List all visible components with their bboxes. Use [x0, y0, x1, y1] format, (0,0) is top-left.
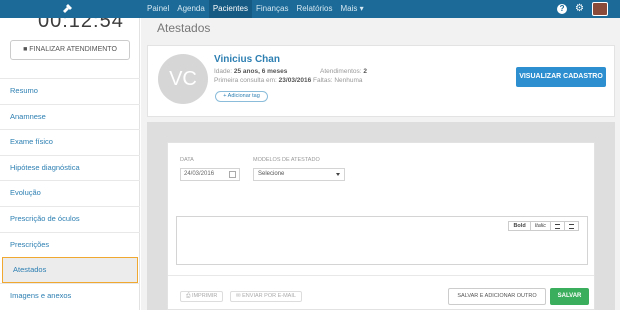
- nav-agenda[interactable]: Agenda: [173, 0, 209, 18]
- italic-button[interactable]: Italic: [529, 221, 551, 231]
- page-title: Atestados: [157, 21, 211, 35]
- timer-box: 00:12:54: [0, 18, 140, 36]
- user-avatar[interactable]: [592, 2, 608, 16]
- main-content: Atestados VC Vinicius Chan Idade: 25 ano…: [141, 18, 620, 310]
- text-editor[interactable]: Bold Italic: [176, 216, 588, 265]
- patient-name[interactable]: Vinicius Chan: [214, 54, 280, 65]
- date-field[interactable]: 24/03/2016: [180, 168, 240, 181]
- sidebar-item-prescricao-oculos[interactable]: Prescrição de óculos: [0, 205, 140, 232]
- age-label: Idade:: [214, 68, 233, 75]
- certificate-model-select[interactable]: Selecione: [253, 168, 345, 181]
- app-logo-icon: [63, 4, 72, 13]
- appointments-value: 2: [363, 68, 367, 75]
- model-label: MODELOS DE ATESTADO: [253, 157, 320, 163]
- numbered-list-button[interactable]: [564, 221, 579, 231]
- print-button[interactable]: ⎙ IMPRIMIR: [180, 291, 224, 302]
- gear-icon[interactable]: ⚙: [575, 4, 584, 14]
- finalize-attendance-button[interactable]: ■ FINALIZAR ATENDIMENTO: [10, 40, 130, 60]
- model-value: Selecione: [258, 171, 285, 177]
- logo-area[interactable]: [0, 0, 140, 18]
- save-button[interactable]: SALVAR: [550, 288, 589, 305]
- sidebar-item-hipotese-diagnostica[interactable]: Hipótese diagnóstica: [0, 154, 140, 181]
- sidebar: 00:12:54 ■ FINALIZAR ATENDIMENTO Resumo …: [0, 18, 140, 310]
- sidebar-item-exame-fisico[interactable]: Exame físico: [0, 129, 140, 155]
- calendar-icon[interactable]: [229, 171, 236, 178]
- bullet-list-button[interactable]: [550, 221, 565, 231]
- nav-financas[interactable]: Finanças: [252, 0, 292, 18]
- add-tag-button[interactable]: + Adicionar tag: [215, 91, 268, 102]
- patient-appointments: Atendimentos: 2: [320, 68, 367, 75]
- editor-toolbar: Bold Italic: [508, 221, 579, 231]
- patient-card: VC Vinicius Chan Idade: 25 anos, 6 meses…: [147, 45, 615, 117]
- sidebar-item-imagens-anexos[interactable]: Imagens e anexos: [0, 282, 140, 309]
- date-value: 24/03/2016: [184, 171, 215, 177]
- patient-avatar: VC: [158, 54, 208, 104]
- bullet-list-icon: [555, 224, 560, 229]
- faults-value: Nenhuma: [334, 77, 363, 84]
- certificate-form: DATA 24/03/2016 MODELOS DE ATESTADO Sele…: [167, 142, 595, 310]
- first-visit-label: Primeira consulta em:: [214, 77, 277, 84]
- date-label: DATA: [180, 157, 194, 163]
- view-profile-button[interactable]: VISUALIZAR CADASTRO: [516, 67, 606, 87]
- form-wrapper: DATA 24/03/2016 MODELOS DE ATESTADO Sele…: [147, 122, 615, 310]
- print-label: IMPRIMIR: [191, 293, 218, 299]
- sidebar-item-resumo[interactable]: Resumo: [0, 78, 140, 104]
- sidebar-item-prescricoes[interactable]: Prescrições: [0, 231, 140, 258]
- top-right-controls: ? ⚙: [557, 0, 608, 18]
- first-visit-value: 23/03/2016: [278, 77, 312, 84]
- nav-painel[interactable]: Painel: [143, 0, 173, 18]
- patient-age: Idade: 25 anos, 6 meses: [214, 68, 287, 75]
- numbered-list-icon: [569, 224, 574, 229]
- bold-button[interactable]: Bold: [508, 221, 531, 231]
- nav-pacientes[interactable]: Pacientes: [208, 0, 252, 18]
- email-label: ENVIAR POR E-MAIL: [242, 293, 296, 299]
- attendance-timer: 00:12:54: [38, 18, 124, 32]
- faults-label: Faltas:: [313, 77, 333, 84]
- form-footer: ⎙ IMPRIMIR ✉ ENVIAR POR E-MAIL SALVAR E …: [168, 275, 594, 311]
- sidebar-menu: Resumo Anamnese Exame físico Hipótese di…: [0, 78, 140, 308]
- appointments-label: Atendimentos:: [320, 68, 362, 75]
- sidebar-item-atestados[interactable]: Atestados: [2, 257, 138, 283]
- nav-mais[interactable]: Mais ▾: [336, 0, 367, 18]
- save-and-add-button[interactable]: SALVAR E ADICIONAR OUTRO: [448, 288, 546, 305]
- patient-first-visit: Primeira consulta em: 23/03/2016 Faltas:…: [214, 77, 363, 84]
- nav-relatorios[interactable]: Relatórios: [292, 0, 336, 18]
- chevron-down-icon: [336, 173, 340, 176]
- top-navbar: Painel Agenda Pacientes Finanças Relatór…: [0, 0, 620, 18]
- age-value: 25 anos, 6 meses: [233, 68, 288, 75]
- sidebar-item-evolucao[interactable]: Evolução: [0, 180, 140, 206]
- help-icon[interactable]: ?: [557, 4, 568, 14]
- main-nav: Painel Agenda Pacientes Finanças Relatór…: [143, 0, 368, 18]
- sidebar-item-anamnese[interactable]: Anamnese: [0, 103, 140, 130]
- send-email-button[interactable]: ✉ ENVIAR POR E-MAIL: [230, 291, 302, 302]
